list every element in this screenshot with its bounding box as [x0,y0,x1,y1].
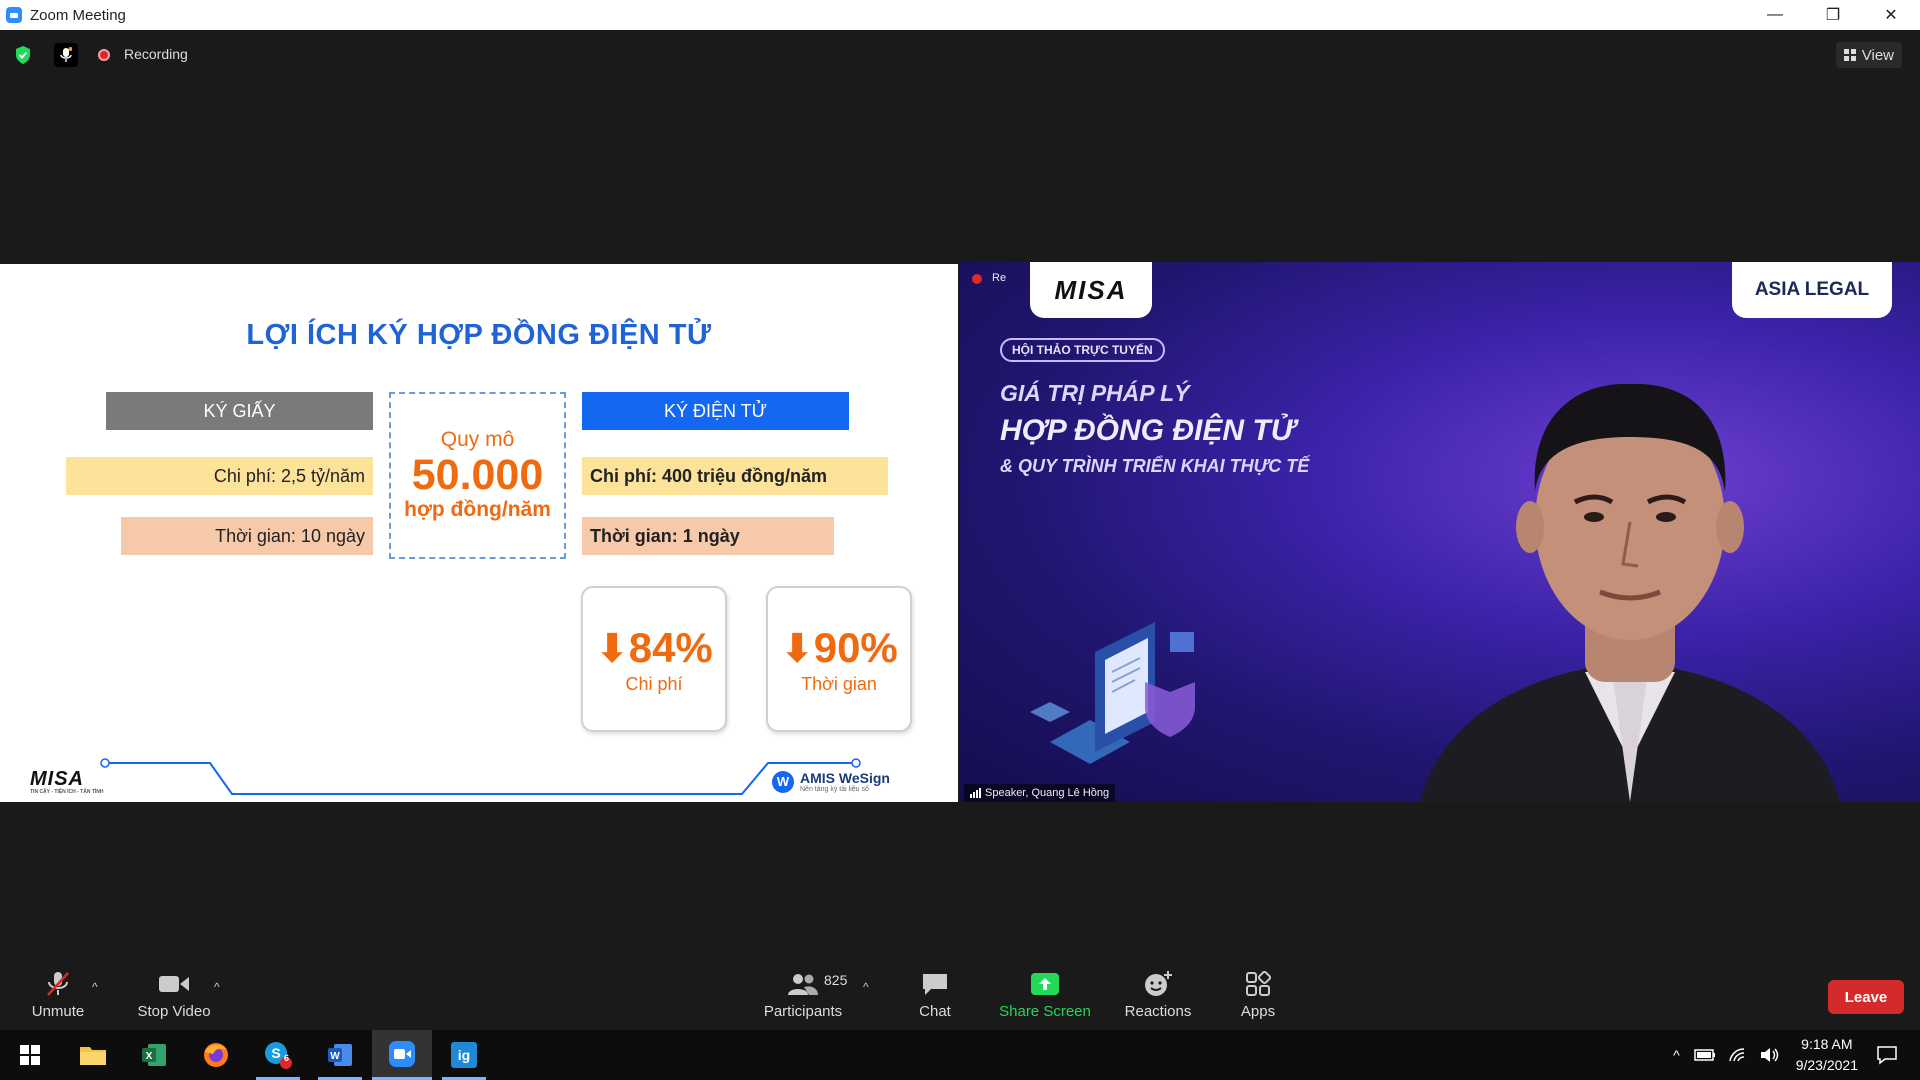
recording-label: Recording [124,46,188,62]
clock-date: 9/23/2021 [1795,1057,1858,1073]
speaker-person [1420,383,1840,802]
speaker-video[interactable]: Re MISA ASIA LEGAL HỘI THẢO TRỰC TUYẾN G… [960,262,1920,802]
wifi-icon[interactable] [1728,1047,1748,1063]
zoom-icon [389,1040,415,1067]
ig-app-icon: ig [451,1042,477,1068]
apps-label: Apps [1240,1002,1276,1020]
video-rec-label: Re [992,272,1007,284]
wesign-subtitle: Nền tảng ký tài liệu số [800,786,869,793]
video-camera-icon [158,969,190,999]
battery-icon[interactable] [1693,1048,1716,1062]
zoom-app-icon [6,7,22,23]
windows-taskbar: X S 6 W ig ^ 9:18 AM 9/23/2021 [0,1030,1920,1080]
amis-wesign-logo: W AMIS WeSign Nền tảng ký tài liệu số [772,770,890,793]
video-options-caret-icon[interactable]: ^ [214,980,220,994]
system-tray: ^ 9:18 AM 9/23/2021 [1665,1030,1920,1080]
misa-banner: MISA [1030,262,1152,318]
unmute-button[interactable]: Unmute [22,958,94,1030]
clock-time: 9:18 AM [1801,1036,1853,1052]
skype-badge: 6 [284,1053,290,1063]
participants-icon [787,969,819,999]
footer-line-decoration [100,758,861,795]
view-label: View [1861,46,1894,64]
word-icon: W [328,1044,352,1066]
svg-text:X: X [146,1051,153,1062]
meeting-topbar: Recording View [0,40,1920,70]
close-button[interactable]: ✕ [1862,0,1920,30]
notifications-icon[interactable] [1876,1045,1898,1065]
participants-label: Participants [763,1002,843,1020]
video-heading-3: & QUY TRÌNH TRIỂN KHAI THỰC TẾ [1000,456,1310,476]
leave-button[interactable]: Leave [1828,980,1904,1014]
wesign-brand: AMIS WeSign [800,770,890,786]
windows-logo-icon [20,1045,40,1065]
zoom-button[interactable] [372,1030,432,1080]
speaker-name: Speaker, Quang Lê Hồng [985,787,1110,799]
word-button[interactable]: W [310,1030,370,1080]
signal-bars-icon [970,788,981,798]
asia-legal-banner: ASIA LEGAL [1732,262,1892,318]
apps-icon [1245,969,1271,999]
grid-view-icon [1843,49,1856,61]
reactions-smiley-icon [1143,969,1173,999]
speaker-name-tag: Speaker, Quang Lê Hồng [964,784,1116,802]
stop-video-button[interactable]: Stop Video [132,958,216,1030]
recording-indicator-icon [98,49,110,61]
chat-label: Chat [919,1002,951,1020]
muted-mic-icon [45,969,71,999]
shared-screen-slide: LỢI ÍCH KÝ HỢP ĐỒNG ĐIỆN TỬ KÝ GIẤY Quy … [0,264,958,802]
share-screen-button[interactable]: Share Screen [995,958,1095,1030]
share-screen-icon [1030,969,1060,999]
participants-caret-icon[interactable]: ^ [863,980,869,994]
participants-count: 825 [824,972,848,988]
firefox-icon [204,1043,228,1067]
meeting-toolbar: Unmute ^ Stop Video ^ Participants 825 ^… [0,958,1920,1030]
window-titlebar: Zoom Meeting — ❐ ✕ [0,0,1920,30]
volume-icon[interactable] [1760,1047,1780,1063]
system-clock[interactable]: 9:18 AM 9/23/2021 [1796,1034,1858,1076]
chat-bubble-icon [921,969,949,999]
app-ig-button[interactable]: ig [434,1030,494,1080]
recording-indicator-icon [972,274,982,284]
start-button[interactable] [0,1030,60,1080]
window-title: Zoom Meeting [30,6,126,24]
reactions-label: Reactions [1124,1002,1192,1020]
isometric-illustration [1030,622,1195,764]
apps-button[interactable]: Apps [1228,958,1288,1030]
view-button[interactable]: View [1835,42,1902,68]
restore-button[interactable]: ❐ [1804,0,1862,30]
svg-text:ig: ig [458,1047,470,1063]
skype-button[interactable]: S 6 [248,1030,308,1080]
security-shield-icon[interactable] [14,45,32,65]
audio-status-icon [54,43,78,67]
excel-icon: X [142,1044,166,1066]
misa-logo: MISA TIN CẬY - TIỆN ÍCH - TẬN TÌNH [30,768,104,795]
video-heading-2: HỢP ĐỒNG ĐIỆN TỬ [1000,414,1295,447]
svg-text:S: S [271,1045,280,1061]
participants-button[interactable]: Participants [760,958,846,1030]
unmute-label: Unmute [31,1002,85,1020]
stop-video-label: Stop Video [137,1002,211,1020]
firefox-button[interactable] [186,1030,246,1080]
wesign-icon: W [772,770,794,793]
minimize-button[interactable]: — [1746,0,1804,30]
video-heading-1: GIÁ TRỊ PHÁP LÝ [1000,380,1190,406]
audio-options-caret-icon[interactable]: ^ [92,980,98,994]
show-hidden-icons-caret[interactable]: ^ [1673,1047,1680,1063]
webinar-pill: HỘI THẢO TRỰC TUYẾN [1000,338,1165,362]
share-screen-label: Share Screen [999,1002,1091,1020]
folder-icon [80,1047,106,1065]
reactions-button[interactable]: Reactions [1115,958,1201,1030]
file-explorer-button[interactable] [63,1030,123,1080]
chat-button[interactable]: Chat [905,958,965,1030]
svg-text:W: W [330,1051,340,1062]
excel-button[interactable]: X [124,1030,184,1080]
